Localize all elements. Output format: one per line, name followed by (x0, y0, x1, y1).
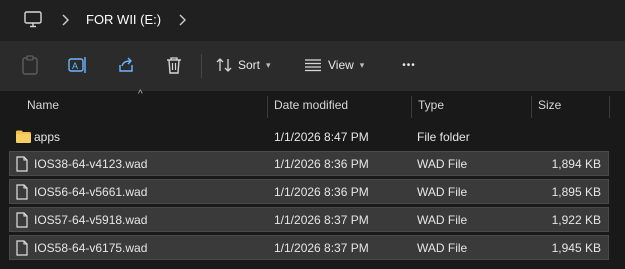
file-date: 1/1/2026 8:36 PM (274, 185, 369, 199)
file-name: IOS56-64-v5661.wad (34, 185, 148, 199)
file-size: 1,945 KB (551, 241, 601, 255)
toolbar-divider (201, 54, 202, 78)
column-header-date[interactable]: Date modified (274, 98, 348, 112)
view-label: View (328, 58, 354, 72)
document-icon (15, 184, 29, 203)
share-icon (119, 57, 133, 72)
sort-button[interactable]: Sort ▾ (216, 52, 271, 78)
view-lines-icon (305, 59, 321, 72)
document-icon (15, 212, 29, 231)
list-item[interactable]: IOS58-64-v6175.wad 1/1/2026 8:37 PM WAD … (9, 235, 609, 260)
document-icon (15, 240, 29, 259)
file-name: IOS38-64-v4123.wad (34, 157, 148, 171)
list-item[interactable]: IOS56-64-v5661.wad 1/1/2026 8:36 PM WAD … (9, 179, 609, 204)
breadcrumb-drive[interactable]: FOR WII (E:) (86, 12, 161, 27)
column-divider[interactable] (531, 96, 532, 118)
list-item[interactable]: apps 1/1/2026 8:47 PM File folder (9, 124, 609, 149)
sort-arrows-icon (216, 58, 232, 72)
sort-ascending-icon: ^ (138, 89, 143, 100)
chevron-right-icon[interactable] (175, 12, 189, 28)
trash-icon (167, 57, 181, 74)
share-button[interactable] (116, 52, 136, 78)
chevron-down-icon: ▾ (359, 59, 365, 70)
address-bar: FOR WII (E:) (0, 0, 625, 42)
file-date: 1/1/2026 8:37 PM (274, 241, 369, 255)
column-header-name[interactable]: Name (27, 98, 59, 112)
file-type: WAD File (417, 241, 468, 255)
file-date: 1/1/2026 8:37 PM (274, 213, 369, 227)
column-divider[interactable] (267, 96, 268, 118)
column-divider[interactable] (411, 96, 412, 118)
document-icon (15, 156, 29, 175)
file-type: WAD File (417, 185, 468, 199)
list-item[interactable]: IOS38-64-v4123.wad 1/1/2026 8:36 PM WAD … (9, 151, 609, 176)
this-pc-icon[interactable] (24, 11, 42, 31)
rename-icon: A (68, 57, 86, 73)
svg-text:A: A (72, 61, 78, 71)
file-type: WAD File (417, 157, 468, 171)
chevron-down-icon: ▾ (266, 59, 271, 70)
file-type: WAD File (417, 213, 468, 227)
command-bar: A Sort ▾ View ▾ ••• (0, 41, 625, 92)
clipboard-icon (22, 55, 38, 75)
chevron-right-icon[interactable] (58, 12, 72, 28)
file-name: IOS58-64-v6175.wad (34, 241, 148, 255)
column-header-size[interactable]: Size (538, 98, 561, 112)
rename-button[interactable]: A (67, 52, 89, 78)
file-date: 1/1/2026 8:36 PM (274, 157, 369, 171)
more-options-button[interactable]: ••• (399, 52, 419, 78)
column-header-type[interactable]: Type (418, 98, 444, 112)
file-name: IOS57-64-v5918.wad (34, 213, 148, 227)
sort-label: Sort (238, 58, 261, 72)
file-type: File folder (417, 130, 470, 144)
column-header-row: ^ Name Date modified Type Size (0, 89, 625, 119)
list-item[interactable]: IOS57-64-v5918.wad 1/1/2026 8:37 PM WAD … (9, 207, 609, 232)
delete-button[interactable] (164, 52, 184, 78)
paste-button[interactable] (20, 52, 40, 78)
view-button[interactable]: View ▾ (304, 52, 364, 78)
folder-icon (15, 129, 32, 147)
column-divider[interactable] (609, 96, 610, 118)
file-size: 1,895 KB (551, 185, 601, 199)
file-size: 1,894 KB (551, 157, 601, 171)
file-name: apps (34, 130, 61, 144)
file-date: 1/1/2026 8:47 PM (274, 130, 369, 144)
file-size: 1,922 KB (551, 213, 601, 227)
